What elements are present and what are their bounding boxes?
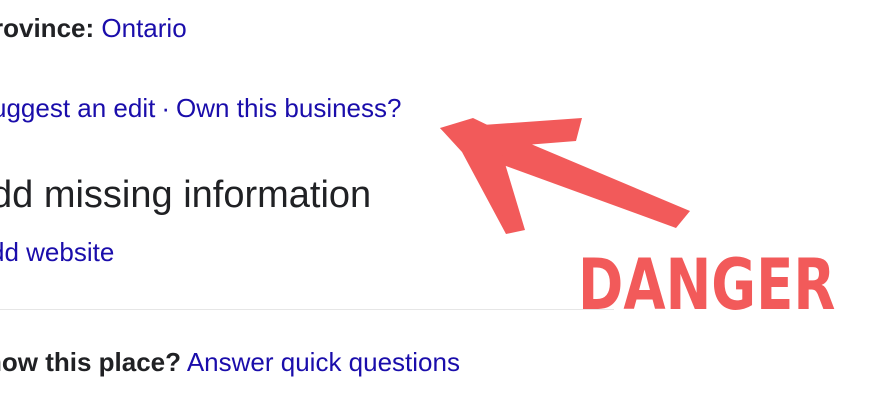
section-divider (0, 309, 614, 310)
knowledge-panel: rovince: Ontario uggest an edit · Own this… (0, 0, 872, 412)
know-this-place-row: now this place? Answer quick questions (0, 346, 460, 378)
province-link[interactable]: Ontario (101, 13, 186, 43)
know-place-prompt: now this place? (0, 347, 182, 377)
separator-dot: · (161, 93, 171, 123)
missing-info-heading: dd missing information (0, 174, 372, 216)
suggest-edit-link[interactable]: uggest an edit (0, 93, 155, 123)
answer-questions-link[interactable]: Answer quick questions (187, 347, 460, 377)
province-label: rovince: (0, 13, 95, 43)
edit-actions-row: uggest an edit · Own this business? (0, 92, 401, 124)
province-row: rovince: Ontario (0, 12, 187, 44)
danger-label: DANGER (578, 244, 836, 326)
add-website-link[interactable]: dd website (0, 237, 114, 267)
own-business-link[interactable]: Own this business? (176, 93, 401, 123)
add-website-row: dd website (0, 236, 114, 268)
